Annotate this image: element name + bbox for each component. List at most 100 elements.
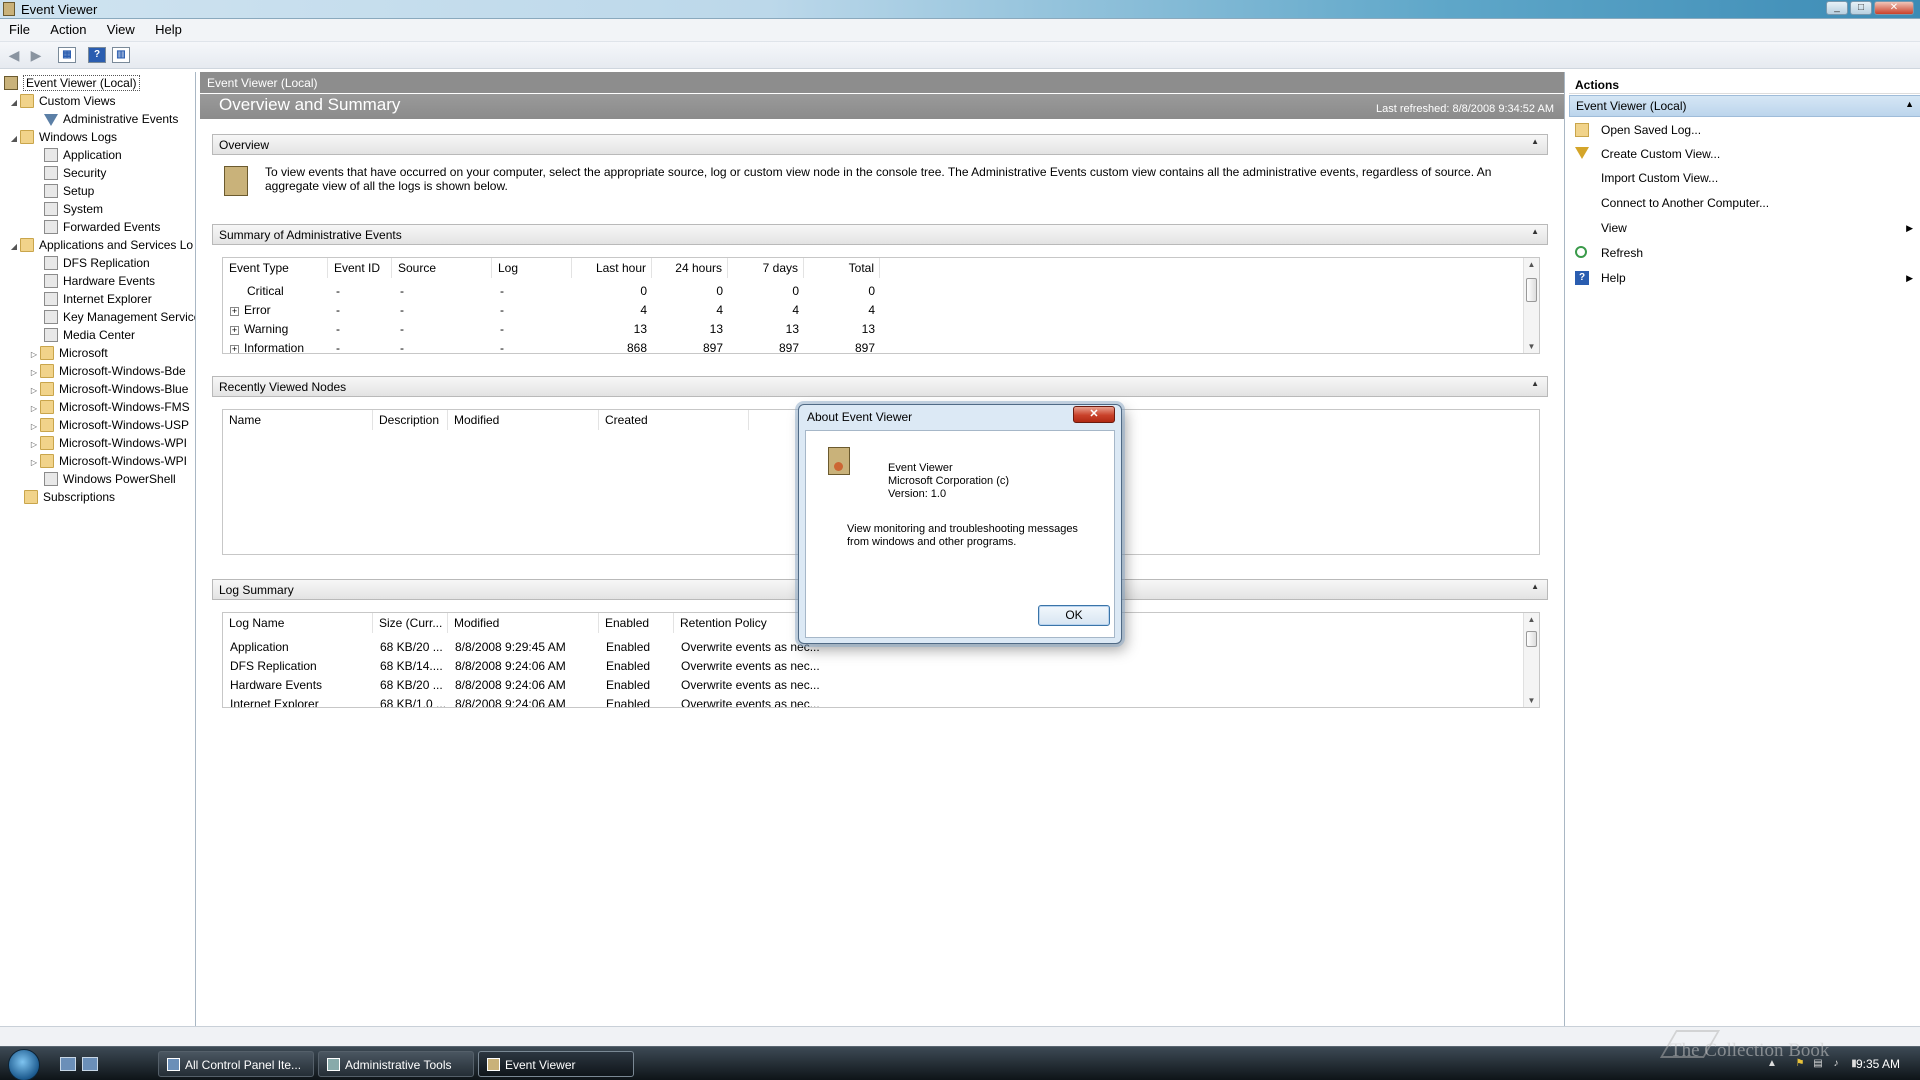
scroll-down-icon[interactable]: ▼ bbox=[1524, 342, 1539, 351]
collapse-icon[interactable]: ▲ bbox=[1905, 99, 1914, 109]
recent-header[interactable]: Recently Viewed Nodes ▲ bbox=[212, 376, 1548, 397]
tree-app-internet-explorer[interactable]: Internet Explorer bbox=[44, 290, 152, 308]
ok-button[interactable]: OK bbox=[1038, 605, 1110, 626]
back-arrow-icon[interactable]: ◀ bbox=[4, 46, 24, 64]
collapse-icon[interactable]: ▲ bbox=[1531, 582, 1539, 591]
show-hide-action-pane-icon[interactable]: ▥ bbox=[112, 47, 130, 63]
column-header[interactable]: Size (Curr... bbox=[373, 613, 448, 633]
maximize-button[interactable]: □ bbox=[1850, 1, 1872, 15]
column-header[interactable]: 7 days bbox=[728, 258, 804, 278]
summary-row-type[interactable]: Critical bbox=[247, 284, 284, 298]
scroll-up-icon[interactable]: ▲ bbox=[1524, 260, 1539, 269]
summary-row-type[interactable]: + Warning bbox=[230, 322, 288, 336]
action-connect-computer[interactable]: Connect to Another Computer... bbox=[1569, 192, 1920, 214]
column-header[interactable]: Log bbox=[492, 258, 572, 278]
tree-app-media-center[interactable]: Media Center bbox=[44, 326, 135, 344]
tree-folder-wpi-2[interactable]: ▷ Microsoft-Windows-WPI bbox=[28, 452, 187, 470]
tree-custom-views[interactable]: ◢ Custom Views bbox=[8, 92, 115, 110]
tree-folder-microsoft[interactable]: ▷ Microsoft bbox=[28, 344, 108, 362]
action-import-custom-view[interactable]: Import Custom View... bbox=[1569, 167, 1920, 189]
tree-log-security[interactable]: Security bbox=[44, 164, 106, 182]
column-header[interactable]: Total bbox=[804, 258, 880, 278]
summary-row-type[interactable]: + Information bbox=[230, 341, 304, 353]
column-header[interactable]: Log Name bbox=[223, 613, 373, 633]
taskbar-item-administrative-tools[interactable]: Administrative Tools bbox=[318, 1051, 474, 1077]
collapse-icon[interactable]: ◢ bbox=[8, 130, 20, 148]
column-header[interactable]: Last hour bbox=[572, 258, 652, 278]
summary-row-type[interactable]: + Error bbox=[230, 303, 271, 317]
clock[interactable]: 9:35 AM bbox=[1856, 1057, 1900, 1071]
scrollbar-thumb[interactable] bbox=[1526, 278, 1537, 302]
tree-windows-logs[interactable]: ◢ Windows Logs bbox=[8, 128, 117, 146]
help-icon[interactable]: ? bbox=[88, 47, 106, 63]
tree-app-key-management[interactable]: Key Management Service bbox=[44, 308, 195, 326]
switch-windows-icon[interactable] bbox=[82, 1057, 98, 1071]
action-help[interactable]: ? Help ▶ bbox=[1569, 267, 1920, 289]
action-create-custom-view[interactable]: Create Custom View... bbox=[1569, 143, 1920, 165]
menu-help[interactable]: Help bbox=[146, 19, 190, 41]
action-open-saved-log[interactable]: Open Saved Log... bbox=[1569, 119, 1920, 141]
log-name[interactable]: Hardware Events bbox=[230, 678, 322, 692]
menu-file[interactable]: File bbox=[0, 19, 38, 41]
actions-section-header[interactable]: Event Viewer (Local) ▲ bbox=[1569, 95, 1920, 117]
log-name[interactable]: Application bbox=[230, 640, 289, 654]
tree-folder-blue[interactable]: ▷ Microsoft-Windows-Blue bbox=[28, 380, 188, 398]
summary-header[interactable]: Summary of Administrative Events ▲ bbox=[212, 224, 1548, 245]
collapse-icon[interactable]: ◢ bbox=[8, 238, 20, 256]
tree-log-system[interactable]: System bbox=[44, 200, 103, 218]
tree-subscriptions[interactable]: Subscriptions bbox=[24, 488, 115, 506]
tree-log-forwarded-events[interactable]: Forwarded Events bbox=[44, 218, 160, 236]
tree-folder-fms[interactable]: ▷ Microsoft-Windows-FMS bbox=[28, 398, 190, 416]
tree-windows-powershell[interactable]: Windows PowerShell bbox=[44, 470, 176, 488]
scroll-down-icon[interactable]: ▼ bbox=[1524, 696, 1539, 705]
column-header[interactable]: Created bbox=[599, 410, 749, 430]
collapse-icon[interactable]: ▲ bbox=[1531, 379, 1539, 388]
column-header[interactable]: Name bbox=[223, 410, 373, 430]
column-header[interactable]: Event ID bbox=[328, 258, 392, 278]
tree-root[interactable]: Event Viewer (Local) bbox=[4, 74, 140, 92]
expand-icon[interactable]: ▷ bbox=[28, 454, 40, 472]
forward-arrow-icon[interactable]: ▶ bbox=[26, 46, 46, 64]
volume-icon[interactable]: ♪ bbox=[1830, 1058, 1842, 1070]
column-header[interactable]: 24 hours bbox=[652, 258, 728, 278]
column-header[interactable]: Source bbox=[392, 258, 492, 278]
tree-app-hardware-events[interactable]: Hardware Events bbox=[44, 272, 155, 290]
taskbar-item-event-viewer[interactable]: Event Viewer bbox=[478, 1051, 634, 1077]
tree-folder-usp[interactable]: ▷ Microsoft-Windows-USP bbox=[28, 416, 189, 434]
scroll-up-icon[interactable]: ▲ bbox=[1524, 615, 1539, 624]
log-name[interactable]: Internet Explorer bbox=[230, 697, 319, 707]
column-header[interactable]: Modified bbox=[448, 410, 599, 430]
close-button[interactable]: ✕ bbox=[1874, 1, 1914, 15]
expand-icon[interactable]: + bbox=[230, 326, 239, 335]
menu-action[interactable]: Action bbox=[41, 19, 94, 41]
show-desktop-icon[interactable] bbox=[60, 1057, 76, 1071]
tree-folder-bde[interactable]: ▷ Microsoft-Windows-Bde bbox=[28, 362, 186, 380]
dialog-close-button[interactable]: ✕ bbox=[1073, 406, 1115, 423]
taskbar-item-control-panel[interactable]: All Control Panel Ite... bbox=[158, 1051, 314, 1077]
collapse-icon[interactable]: ◢ bbox=[8, 94, 20, 112]
minimize-button[interactable]: _ bbox=[1826, 1, 1848, 15]
tree-log-setup[interactable]: Setup bbox=[44, 182, 94, 200]
log-summary-vertical-scrollbar[interactable]: ▲ ▼ bbox=[1523, 613, 1539, 707]
expand-icon[interactable]: + bbox=[230, 345, 239, 353]
scrollbar-thumb[interactable] bbox=[1526, 631, 1537, 647]
expand-icon[interactable]: + bbox=[230, 307, 239, 316]
tree-folder-wpi-1[interactable]: ▷ Microsoft-Windows-WPI bbox=[28, 434, 187, 452]
collapse-icon[interactable]: ▲ bbox=[1531, 227, 1539, 236]
log-name[interactable]: DFS Replication bbox=[230, 659, 317, 673]
column-header[interactable]: Enabled bbox=[599, 613, 674, 633]
tree-app-dfs-replication[interactable]: DFS Replication bbox=[44, 254, 150, 272]
overview-header[interactable]: Overview ▲ bbox=[212, 134, 1548, 155]
column-header[interactable]: Event Type bbox=[223, 258, 328, 278]
summary-vertical-scrollbar[interactable]: ▲ ▼ bbox=[1523, 258, 1539, 353]
column-header[interactable]: Modified bbox=[448, 613, 599, 633]
tree-administrative-events[interactable]: Administrative Events bbox=[44, 110, 178, 128]
show-hide-tree-icon[interactable]: ▦ bbox=[58, 47, 76, 63]
action-view[interactable]: View ▶ bbox=[1569, 217, 1920, 239]
column-header[interactable]: Description bbox=[373, 410, 448, 430]
start-button[interactable] bbox=[8, 1049, 40, 1080]
tree-app-services[interactable]: ◢ Applications and Services Lo bbox=[8, 236, 193, 254]
menu-view[interactable]: View bbox=[98, 19, 143, 41]
action-refresh[interactable]: Refresh bbox=[1569, 242, 1920, 264]
collapse-icon[interactable]: ▲ bbox=[1531, 137, 1539, 146]
